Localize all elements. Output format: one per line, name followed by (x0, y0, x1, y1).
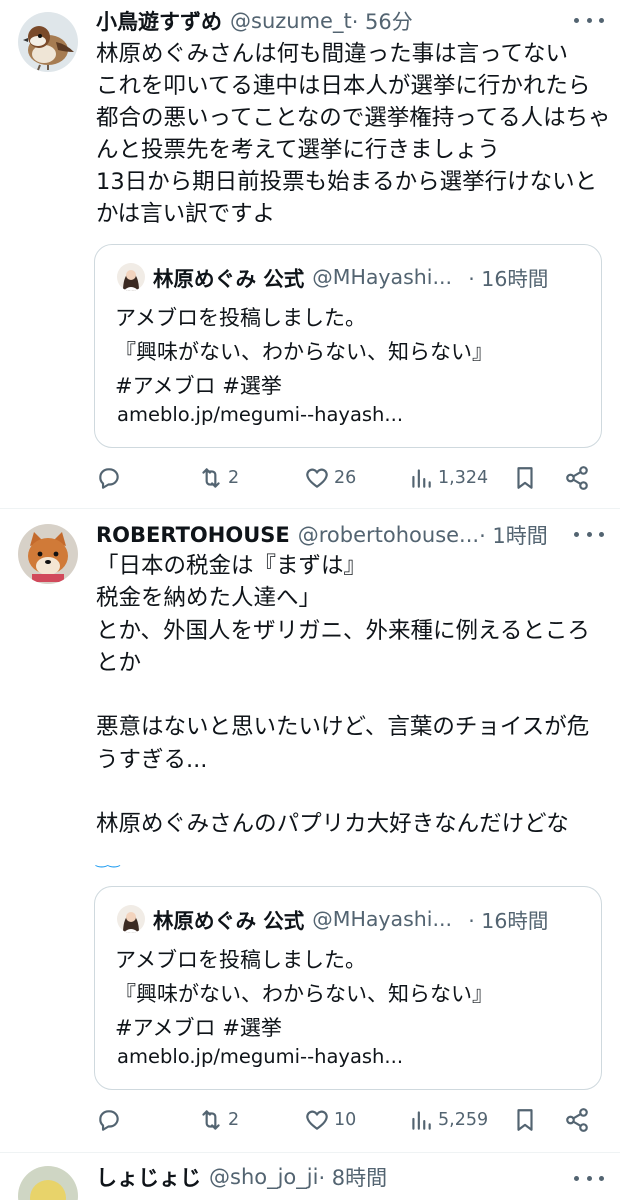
like-count: 26 (334, 468, 357, 488)
quote-post-time: · 16時間 (468, 909, 549, 933)
tweet-divider (0, 508, 620, 509)
share-button[interactable] (564, 458, 590, 498)
quote-author-handle: @MHayashi... (312, 265, 453, 289)
sparrow-avatar-image (18, 12, 78, 72)
author-handle[interactable]: @robertohouse... (298, 523, 479, 547)
reply-icon (99, 1110, 119, 1131)
share-icon (566, 466, 588, 490)
tweet-text-content: 「日本の税金は『まずは』 税金を納めた人達へ」 とか、外国人をザリガニ、外来種に… (96, 553, 590, 838)
heart-icon (306, 1110, 328, 1130)
quote-text: アメブロを投稿しました。 『興味がない、わからない、知らない』 #アメブロ #選… (115, 948, 493, 1040)
retweet-count: 2 (228, 1110, 240, 1130)
bookmark-icon (517, 467, 533, 489)
quote-link[interactable]: ameblo.jp/megumi--hayash... (117, 1045, 403, 1068)
views-count: 5,259 (438, 1110, 489, 1130)
quote-avatar (117, 905, 145, 933)
views-icon (412, 469, 431, 488)
share-button[interactable] (564, 1100, 590, 1140)
heart-icon (306, 468, 328, 488)
retweet-button[interactable]: 2 (198, 458, 239, 498)
shiba-avatar-image (18, 524, 78, 584)
retweet-icon (202, 468, 220, 488)
face-emoji: ‿‿ (96, 851, 121, 868)
bookmark-button[interactable] (512, 458, 538, 498)
tweet-1[interactable]: 小鳥遊すずめ @suzume_t · 56分 林原めぐみさんは何も間違った事は言… (0, 0, 620, 508)
author-name[interactable]: しょじょじ (96, 1162, 201, 1192)
author-handle[interactable]: @suzume_t (230, 9, 352, 33)
retweet-count: 2 (228, 468, 240, 488)
share-icon (566, 1108, 588, 1132)
more-icon[interactable] (574, 1168, 604, 1188)
views-button[interactable]: 1,324 (408, 458, 488, 498)
like-button[interactable]: 10 (304, 1100, 356, 1140)
bookmark-button[interactable] (512, 1100, 538, 1140)
retweet-icon (202, 1110, 220, 1130)
views-count: 1,324 (438, 468, 489, 488)
quoted-tweet[interactable]: 林原めぐみ 公式 @MHayashi... · 16時間 アメブロを投稿しました… (94, 244, 602, 448)
avatar-shiba[interactable] (18, 524, 78, 584)
views-icon (412, 1111, 431, 1130)
tweet-2[interactable]: ROBERTOHOUSE @robertohouse... · 1時間 「日本の… (0, 516, 620, 1152)
post-time[interactable]: · 1時間 (479, 520, 548, 550)
author-handle[interactable]: @sho_jo_ji (209, 1165, 318, 1189)
author-name[interactable]: 小鳥遊すずめ (96, 6, 222, 36)
reply-button[interactable] (96, 458, 122, 498)
retweet-button[interactable]: 2 (198, 1100, 239, 1140)
views-button[interactable]: 5,259 (408, 1100, 488, 1140)
quote-author-name: 林原めぐみ 公式 (153, 267, 305, 291)
reply-button[interactable] (96, 1100, 122, 1140)
quote-avatar (117, 263, 145, 291)
author-name[interactable]: ROBERTOHOUSE (96, 523, 290, 547)
more-icon[interactable] (574, 10, 604, 30)
tweet-text: 林原めぐみさんは何も間違った事は言ってない これを叩いてる連中は日本人が選挙に行… (96, 41, 611, 227)
avatar-sparrow[interactable] (18, 12, 78, 72)
tweet-divider (0, 1152, 620, 1153)
tweet-3[interactable]: しょじょじ @sho_jo_ji · 8時間 (0, 1158, 620, 1200)
quote-link[interactable]: ameblo.jp/megumi--hayash... (117, 403, 403, 426)
user-avatar-image (18, 1166, 78, 1200)
bookmark-icon (517, 1109, 533, 1131)
post-time[interactable]: · 8時間 (318, 1162, 387, 1192)
avatar-user[interactable] (18, 1166, 78, 1200)
tweet-text: 「日本の税金は『まずは』 税金を納めた人達へ」 とか、外国人をザリガニ、外来種に… (96, 550, 611, 876)
like-button[interactable]: 26 (304, 458, 356, 498)
quoted-tweet[interactable]: 林原めぐみ 公式 @MHayashi... · 16時間 アメブロを投稿しました… (94, 886, 602, 1090)
quote-post-time: · 16時間 (468, 267, 549, 291)
more-icon[interactable] (574, 524, 604, 544)
quote-author-name: 林原めぐみ 公式 (153, 909, 305, 933)
reply-icon (99, 468, 119, 489)
like-count: 10 (334, 1110, 357, 1130)
post-time[interactable]: · 56分 (352, 6, 413, 36)
quote-text: アメブロを投稿しました。 『興味がない、わからない、知らない』 #アメブロ #選… (115, 306, 493, 398)
quote-author-handle: @MHayashi... (312, 907, 453, 931)
